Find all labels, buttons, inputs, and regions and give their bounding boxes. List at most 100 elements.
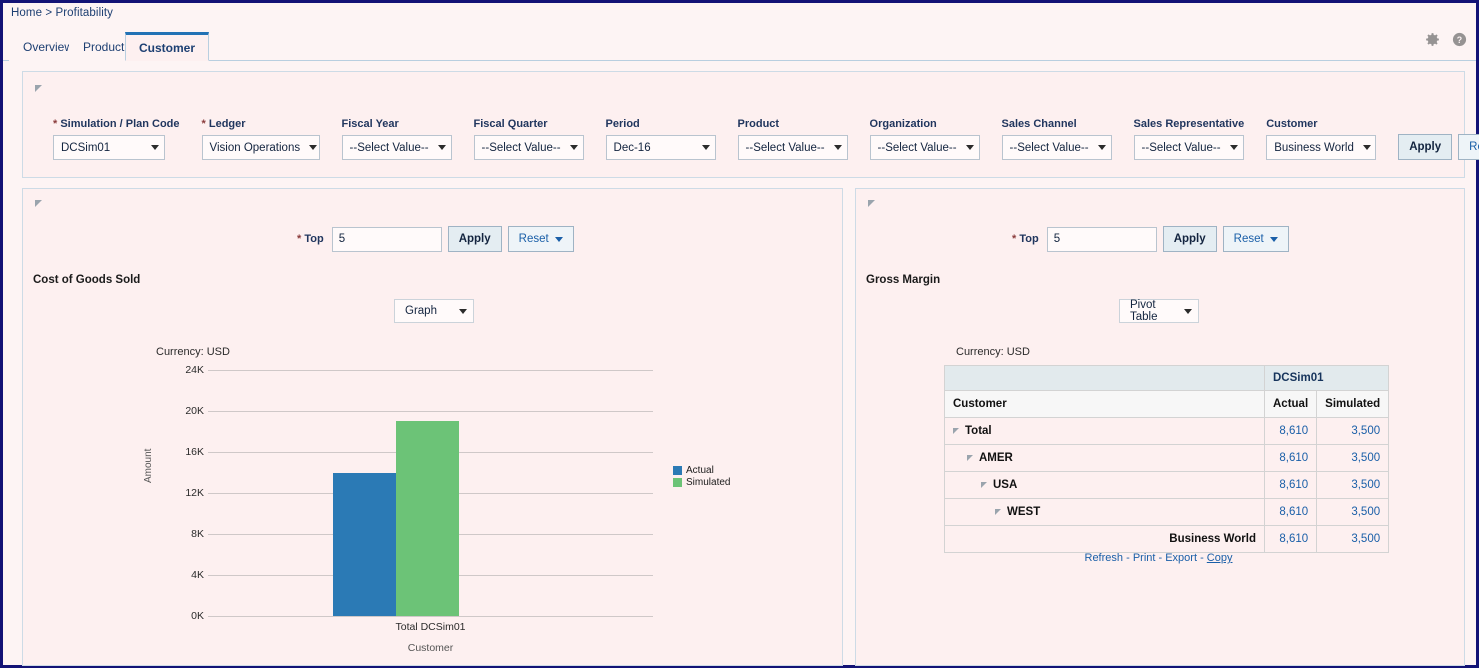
expand-collapse-icon[interactable]: [953, 428, 959, 434]
simulation-plan-code-select[interactable]: DCSim01: [53, 135, 165, 160]
cost-of-goods-sold-panel: * Top Apply Reset Cost of Goods Sold Gra…: [22, 188, 843, 666]
chevron-down-icon: [1184, 308, 1192, 314]
column-header-customer[interactable]: Customer: [944, 390, 1265, 418]
chart-y-tick-label: 20K: [185, 405, 204, 417]
chart-bar-simulated[interactable]: [395, 421, 459, 616]
chart-y-tick-label: 4K: [191, 569, 204, 581]
filter-label: * Ledger: [201, 118, 246, 130]
gear-icon[interactable]: [1424, 31, 1441, 48]
row-label-text: WEST: [1007, 506, 1041, 518]
expand-collapse-icon[interactable]: [981, 482, 987, 488]
chart-gridline: [208, 411, 653, 412]
chart-gridline: [208, 370, 653, 371]
sales-channel-select[interactable]: --Select Value--: [1001, 135, 1112, 160]
filter-apply-button[interactable]: Apply: [1398, 134, 1453, 160]
sales-representative-select[interactable]: --Select Value--: [1133, 135, 1244, 160]
right-section-title: Gross Margin: [866, 274, 941, 286]
filter-label: Fiscal Year: [341, 118, 399, 130]
legend-label: Actual: [686, 464, 714, 476]
chevron-down-icon: [1097, 145, 1106, 150]
selected-value: --Select Value--: [1141, 141, 1221, 154]
left-panel-collapse-toggle[interactable]: [35, 200, 42, 207]
link-print[interactable]: Print: [1133, 552, 1156, 564]
legend-label: Simulated: [686, 476, 731, 488]
filter-panel-collapse-toggle[interactable]: [35, 85, 42, 92]
link-refresh[interactable]: Refresh: [1085, 552, 1124, 564]
expand-collapse-icon[interactable]: [967, 455, 973, 461]
cell-actual[interactable]: 8,610: [1263, 444, 1318, 472]
product-select[interactable]: --Select Value--: [737, 135, 848, 160]
breadcrumb[interactable]: Home > Profitability: [11, 7, 113, 19]
chart-y-tick-label: 16K: [185, 446, 204, 458]
filter-label: Period: [605, 118, 640, 130]
cost-of-goods-sold-chart: Amount 0K 4K 8K 12K 16K 20K 24K Total DCSim01 …: [133, 361, 730, 654]
organization-select[interactable]: --Select Value--: [869, 135, 980, 160]
chart-bar-actual[interactable]: [332, 472, 396, 616]
right-top-input[interactable]: [1046, 226, 1157, 252]
right-view-selector[interactable]: Pivot Table: [1119, 299, 1199, 323]
right-top-filter-row: * Top Apply Reset: [1012, 226, 1289, 252]
right-reset-button[interactable]: Reset: [1222, 226, 1289, 252]
selected-value: --Select Value--: [877, 141, 957, 154]
cell-simulated[interactable]: 3,500: [1316, 417, 1390, 445]
required-marker: *: [297, 233, 302, 245]
filter-reset-button[interactable]: Reset: [1458, 134, 1479, 160]
left-apply-button[interactable]: Apply: [447, 226, 502, 252]
cell-simulated[interactable]: 3,500: [1316, 498, 1390, 526]
column-header-actual[interactable]: Actual: [1263, 390, 1318, 418]
row-label-text: Total: [965, 425, 992, 437]
chevron-down-icon: [965, 145, 974, 150]
selected-value: Dec-16: [613, 141, 651, 154]
chevron-down-icon: [569, 145, 578, 150]
filter-product: Product --Select Value--: [737, 118, 848, 160]
fiscal-year-select[interactable]: --Select Value--: [341, 135, 452, 160]
left-reset-button[interactable]: Reset: [507, 226, 574, 252]
cell-actual[interactable]: 8,610: [1263, 525, 1318, 553]
chevron-down-icon: [309, 145, 318, 150]
cell-simulated[interactable]: 3,500: [1316, 444, 1390, 472]
table-group-header-row: DCSim01: [944, 365, 1390, 391]
chart-x-axis-title: Customer: [407, 642, 454, 654]
period-select[interactable]: Dec-16: [605, 135, 716, 160]
left-top-input[interactable]: [331, 226, 442, 252]
selected-view: Graph: [405, 305, 437, 317]
left-view-selector[interactable]: Graph: [394, 299, 474, 323]
customer-select[interactable]: Business World: [1266, 135, 1377, 160]
table-header-row: Customer Actual Simulated: [944, 390, 1390, 418]
chart-y-tick-label: 12K: [185, 487, 204, 499]
tab-customer[interactable]: Customer: [125, 32, 210, 61]
filter-panel: * Simulation / Plan Code DCSim01 * Ledge…: [22, 71, 1479, 178]
chart-y-tick-label: 8K: [191, 528, 204, 540]
chart-legend: Actual Simulated: [673, 464, 730, 488]
filter-label: * Simulation / Plan Code: [53, 118, 180, 130]
filter-label: Product: [737, 118, 780, 130]
cell-actual[interactable]: 8,610: [1263, 471, 1318, 499]
link-export[interactable]: Export: [1165, 552, 1197, 564]
fiscal-quarter-select[interactable]: --Select Value--: [473, 135, 584, 160]
right-panel-collapse-toggle[interactable]: [868, 200, 875, 207]
legend-item[interactable]: Actual: [673, 464, 730, 476]
cell-actual[interactable]: 8,610: [1263, 417, 1318, 445]
chart-gridline: [208, 616, 653, 617]
table-group-header: DCSim01: [1263, 365, 1390, 391]
table-row: USA 8,610 3,500: [944, 471, 1390, 499]
selected-value: Business World: [1274, 141, 1354, 154]
filter-label: Fiscal Quarter: [473, 118, 548, 130]
column-header-simulated[interactable]: Simulated: [1316, 390, 1390, 418]
filter-sales-representative: Sales Representative --Select Value--: [1133, 118, 1244, 160]
help-icon[interactable]: ?: [1451, 31, 1468, 48]
left-currency-label: Currency: USD: [156, 346, 230, 358]
link-copy[interactable]: Copy: [1207, 552, 1233, 564]
expand-collapse-icon[interactable]: [995, 509, 1001, 515]
filter-fiscal-quarter: Fiscal Quarter --Select Value--: [473, 118, 584, 160]
header-icon-group: ?: [1424, 31, 1468, 48]
legend-item[interactable]: Simulated: [673, 476, 730, 488]
cell-actual[interactable]: 8,610: [1263, 498, 1318, 526]
table-corner-cell: [944, 365, 1265, 391]
right-currency-label: Currency: USD: [956, 346, 1030, 358]
cell-simulated[interactable]: 3,500: [1316, 471, 1390, 499]
cell-simulated[interactable]: 3,500: [1316, 525, 1390, 553]
ledger-select[interactable]: Vision Operations: [201, 135, 320, 160]
right-apply-button[interactable]: Apply: [1162, 226, 1217, 252]
filter-label: Customer: [1266, 118, 1318, 130]
